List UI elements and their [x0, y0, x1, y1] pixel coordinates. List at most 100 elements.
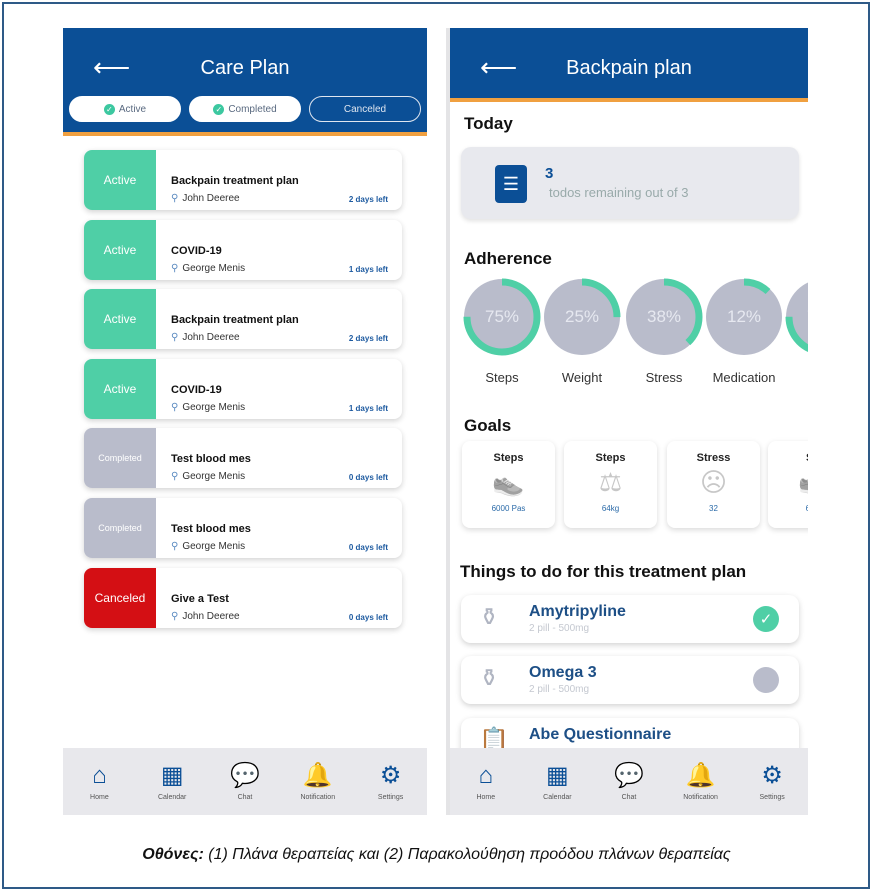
days-left: 2 days left — [348, 334, 388, 343]
ring-label: Steps — [485, 370, 519, 385]
todo-item[interactable]: ⚱ Omega 3 2 pill - 500mg — [461, 656, 799, 704]
page-title: Backpain plan — [566, 57, 692, 79]
scale-icon: ⚖ — [598, 467, 623, 497]
ring-label: S — [784, 370, 808, 385]
status-badge: Active — [84, 289, 156, 349]
status-badge: Active — [84, 150, 156, 210]
person-icon: ⚲ — [171, 263, 179, 274]
person-name: George Menis — [182, 471, 246, 482]
plan-person: ⚲ John Deeree — [171, 611, 240, 622]
adherence-ring[interactable]: 75% Steps — [462, 277, 542, 385]
todo-detail: 2 pill - 500mg — [529, 684, 590, 695]
clipboard-icon: ☰ — [495, 165, 527, 203]
sneaker-icon: 👟 — [492, 467, 525, 497]
person-name: George Menis — [182, 263, 246, 274]
calendar-icon: ▦ — [546, 762, 569, 789]
filter-label: Completed — [228, 103, 277, 115]
todo-detail: 2 pill - 500mg — [529, 623, 590, 634]
caption-label: Οθόνες: — [142, 846, 204, 863]
nav-label: Calendar — [157, 794, 187, 801]
bell-icon: 🔔 — [685, 762, 716, 789]
header: ⟵ Care Plan ✓ Active ✓ Completed Canceled — [63, 28, 427, 136]
today-heading: Today — [464, 114, 513, 133]
nav-chat[interactable]: 💬 Chat — [599, 762, 659, 815]
check-icon: ✓ — [103, 103, 115, 115]
ring-label: Medication — [712, 370, 776, 385]
pending-circle-icon[interactable] — [753, 667, 779, 693]
nav-calendar[interactable]: ▦ Calendar — [527, 762, 587, 815]
plan-card[interactable]: Active Backpain treatment plan ⚲ John Dee… — [84, 289, 402, 349]
plan-title: Test blood mes — [171, 453, 251, 465]
filter-active[interactable]: ✓ Active — [69, 96, 181, 122]
todo-heading: Things to do for this treatment plan — [460, 562, 747, 581]
person-name: John Deeree — [182, 332, 240, 343]
status-badge: Canceled — [84, 568, 156, 628]
check-circle-icon[interactable]: ✓ — [753, 606, 779, 632]
home-icon: ⌂ — [92, 762, 107, 789]
page-title: Care Plan — [200, 57, 290, 79]
gear-icon: ⚙ — [761, 762, 783, 789]
plan-card[interactable]: Canceled Give a Test ⚲ John Deeree 0 days… — [84, 568, 402, 628]
nav-chat[interactable]: 💬 Chat — [215, 762, 275, 815]
chat-icon: 💬 — [230, 762, 260, 789]
adherence-ring[interactable]: 75% S — [784, 277, 808, 385]
adherence-ring[interactable]: 25% Weight — [542, 277, 622, 385]
plan-person: ⚲ George Menis — [171, 402, 245, 413]
plan-title: Backpain treatment plan — [171, 175, 299, 187]
todo-text: todos remaining out of 3 — [549, 185, 689, 200]
todo-count: 3 — [545, 165, 554, 182]
plan-title: Backpain treatment plan — [171, 314, 299, 326]
nav-calendar[interactable]: ▦ Calendar — [142, 762, 202, 815]
nav-settings[interactable]: ⚙ Settings — [742, 762, 802, 815]
todo-name: Omega 3 — [529, 664, 597, 681]
plan-title: Give a Test — [171, 593, 229, 605]
plan-title: COVID-19 — [171, 384, 222, 396]
goal-card[interactable]: Ste👟 6000 — [768, 441, 808, 528]
adherence-ring[interactable]: 12% Medication — [704, 277, 784, 385]
plan-card[interactable]: Active COVID-19 ⚲ George Menis 1 days lef… — [84, 220, 402, 280]
person-name: John Deeree — [182, 611, 240, 622]
nav-label: Notification — [683, 794, 718, 801]
plan-person: ⚲ John Deeree — [171, 193, 240, 204]
nav-label: Calendar — [543, 794, 572, 801]
today-card[interactable]: ☰ 3 todos remaining out of 3 — [461, 147, 799, 219]
days-left: 1 days left — [348, 404, 388, 413]
nav-notification[interactable]: 🔔 Notification — [671, 762, 731, 815]
nav-notification[interactable]: 🔔 Notification — [288, 762, 348, 815]
adherence-ring[interactable]: 38% Stress — [624, 277, 704, 385]
filter-label: Canceled — [343, 103, 387, 115]
goal-card[interactable]: Steps ⚖ 64kg — [564, 441, 657, 528]
person-icon: ⚲ — [171, 332, 179, 343]
filter-completed[interactable]: ✓ Completed — [189, 96, 301, 122]
person-icon: ⚲ — [171, 402, 179, 413]
ring-label: Stress — [645, 370, 683, 385]
plan-card[interactable]: Active Backpain treatment plan ⚲ John Dee… — [84, 150, 402, 210]
header: ⟵ Backpain plan — [450, 28, 808, 102]
caption-text: (1) Πλάνα θεραπείας και (2) Παρακολούθησ… — [203, 846, 731, 863]
plan-card[interactable]: Active COVID-19 ⚲ George Menis 1 days lef… — [84, 359, 402, 419]
status-badge: Completed — [84, 498, 156, 558]
filter-canceled[interactable]: Canceled — [309, 96, 421, 122]
plan-detail-screen: ⟵ Backpain plan Today ☰ 3 todos remainin… — [446, 28, 808, 815]
ring-percent: 75% — [484, 307, 520, 326]
pill-bottle-icon: ⚱ — [479, 604, 500, 631]
nav-home[interactable]: ⌂ Home — [456, 762, 516, 815]
nav-label: Notification — [300, 794, 336, 801]
plan-card[interactable]: Completed Test blood mes ⚲ George Menis 0… — [84, 428, 402, 488]
nav-label: Chat — [621, 794, 637, 801]
plan-card[interactable]: Completed Test blood mes ⚲ George Menis 0… — [84, 498, 402, 558]
status-badge: Active — [84, 220, 156, 280]
goal-title: Stress — [696, 452, 731, 464]
ring-percent: 38% — [646, 307, 682, 326]
goal-card[interactable]: Stress ☹ 32 — [667, 441, 760, 528]
goal-title: Ste — [768, 452, 808, 464]
todo-item[interactable]: ⚱ Amytripyline 2 pill - 500mg ✓ — [461, 595, 799, 643]
nav-settings[interactable]: ⚙ Settings — [361, 762, 421, 815]
nav-label: Chat — [237, 794, 253, 801]
goal-title: Steps — [595, 452, 626, 464]
nav-home[interactable]: ⌂ Home — [69, 762, 129, 815]
calendar-icon: ▦ — [160, 762, 184, 789]
ring-percent: 75% — [784, 277, 808, 357]
goal-card[interactable]: Steps 👟 6000 Pas — [462, 441, 555, 528]
days-left: 0 days left — [348, 613, 388, 622]
